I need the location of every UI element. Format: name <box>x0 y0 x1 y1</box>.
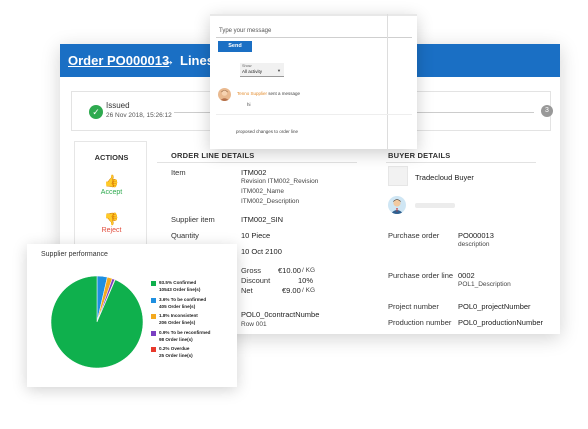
item-name: ITM002_Name <box>241 188 284 195</box>
net-value: €9.00 <box>282 286 301 295</box>
discount-value: 10% <box>298 276 314 285</box>
timeline-date: 26 Nov 2018, 15:26:12 <box>106 112 172 119</box>
quantity-label: Quantity <box>171 231 199 240</box>
send-button[interactable]: Send <box>218 41 252 52</box>
sender-name[interactable]: Tenno Supplier <box>237 91 267 96</box>
order-line-value: 0002 <box>458 271 475 280</box>
section-title: Lines <box>180 53 214 68</box>
purchase-order-value: PO000013 <box>458 231 494 240</box>
legend-count: 206 Order line(s) <box>159 320 196 325</box>
item-label: Item <box>171 168 186 177</box>
discount-label: Discount <box>241 276 271 285</box>
divider <box>386 162 536 163</box>
item-code: ITM002 <box>241 168 267 177</box>
message-sender: Tenno Supplier sent a message <box>237 91 300 96</box>
legend-label: 3.6% To be confirmed <box>159 296 207 302</box>
reject-button[interactable]: 👎 Reject <box>75 212 148 234</box>
gross-value: €10.00 <box>278 266 301 275</box>
supplier-performance-panel: Supplier performance 93.5% Confirmed 1054… <box>27 244 237 387</box>
sender-action: sent a message <box>268 91 301 96</box>
sender-avatar <box>218 88 231 101</box>
production-number-value: POL0_productionNumber <box>458 318 544 327</box>
filter-value: All activity <box>242 69 263 74</box>
order-line-label: Purchase order line <box>388 271 454 280</box>
delivery-date: 10 Oct 2100 <box>241 247 282 256</box>
legend-count: 10543 Order line(s) <box>159 287 201 292</box>
performance-pie-chart <box>50 275 144 369</box>
legend-swatch <box>151 314 156 319</box>
buyer-contact-placeholder <box>415 203 455 208</box>
net-unit: / KG <box>302 287 316 294</box>
project-number-value: POL0_projectNumber <box>458 302 531 311</box>
buyer-avatar <box>388 196 406 214</box>
chevron-down-icon: ▼ <box>277 68 281 73</box>
message-text: hi <box>247 102 251 107</box>
filter-label: Show <box>242 64 252 68</box>
production-number-label: Production number <box>388 318 452 327</box>
legend-swatch <box>151 330 156 336</box>
activity-filter-select[interactable]: Show All activity ▼ <box>240 63 284 77</box>
legend-label: 1.8% Inconsistent <box>159 313 198 318</box>
buyer-details-heading: BUYER DETAILS <box>388 151 451 160</box>
breadcrumb-arrow-icon: → <box>161 52 175 68</box>
accept-button[interactable]: 👍 Accept <box>75 174 148 196</box>
input-underline <box>216 37 412 38</box>
timeline-status: Issued <box>106 101 130 110</box>
divider <box>157 162 357 163</box>
quantity-value: 10 Piece <box>241 231 271 240</box>
divider <box>210 14 417 16</box>
buyer-company-name: Tradecloud Buyer <box>415 173 474 182</box>
gross-unit: / KG <box>302 267 316 274</box>
legend-label: 93.5% Confirmed <box>159 280 197 285</box>
legend-swatch <box>151 281 156 286</box>
gross-label: Gross <box>241 266 262 275</box>
legend-swatch <box>151 297 156 303</box>
purchase-order-label: Purchase order <box>388 231 440 240</box>
thumbs-up-icon: 👍 <box>104 174 119 188</box>
legend-label: 0.2% Overdue <box>159 346 190 351</box>
timeline-step-3[interactable]: 3 <box>541 105 553 117</box>
order-link[interactable]: Order PO000013 <box>68 53 169 68</box>
thumbs-down-icon: 👎 <box>104 212 119 226</box>
legend-count: 405 Order line(s) <box>159 303 196 309</box>
pie-slice-confirmed[interactable] <box>50 275 144 369</box>
message-panel: Type your message Send Show All activity… <box>210 14 417 149</box>
project-number-label: Project number <box>388 302 439 311</box>
divider <box>216 114 412 115</box>
item-revision: Revision ITM002_Revision <box>241 178 319 185</box>
legend-count: 25 Order line(s) <box>159 353 193 358</box>
order-line-heading: ORDER LINE DETAILS <box>171 151 255 160</box>
reject-label: Reject <box>101 227 122 234</box>
message-input[interactable]: Type your message <box>219 28 271 34</box>
actions-title: ACTIONS <box>94 153 129 162</box>
order-line-desc: POL1_Description <box>458 281 511 288</box>
divider <box>387 14 388 149</box>
purchase-order-desc: description <box>458 241 490 248</box>
legend-count: 98 Order line(s) <box>159 336 193 342</box>
legend-label: 0.9% To be reconfirmed <box>159 329 211 335</box>
accept-label: Accept <box>100 189 123 196</box>
net-label: Net <box>241 286 253 295</box>
contract-number: POL0_0contractNumbe <box>241 310 320 319</box>
company-logo <box>388 166 408 186</box>
item-description: ITM002_Description <box>241 198 300 205</box>
contract-row: Row 001 <box>241 321 267 328</box>
supplier-item-label: Supplier item <box>171 215 215 224</box>
supplier-item-value: ITM002_SIN <box>241 215 284 224</box>
legend-swatch <box>151 347 156 352</box>
activity-proposed-changes: proposed changes to order line <box>236 129 299 134</box>
check-icon: ✓ <box>89 105 103 119</box>
